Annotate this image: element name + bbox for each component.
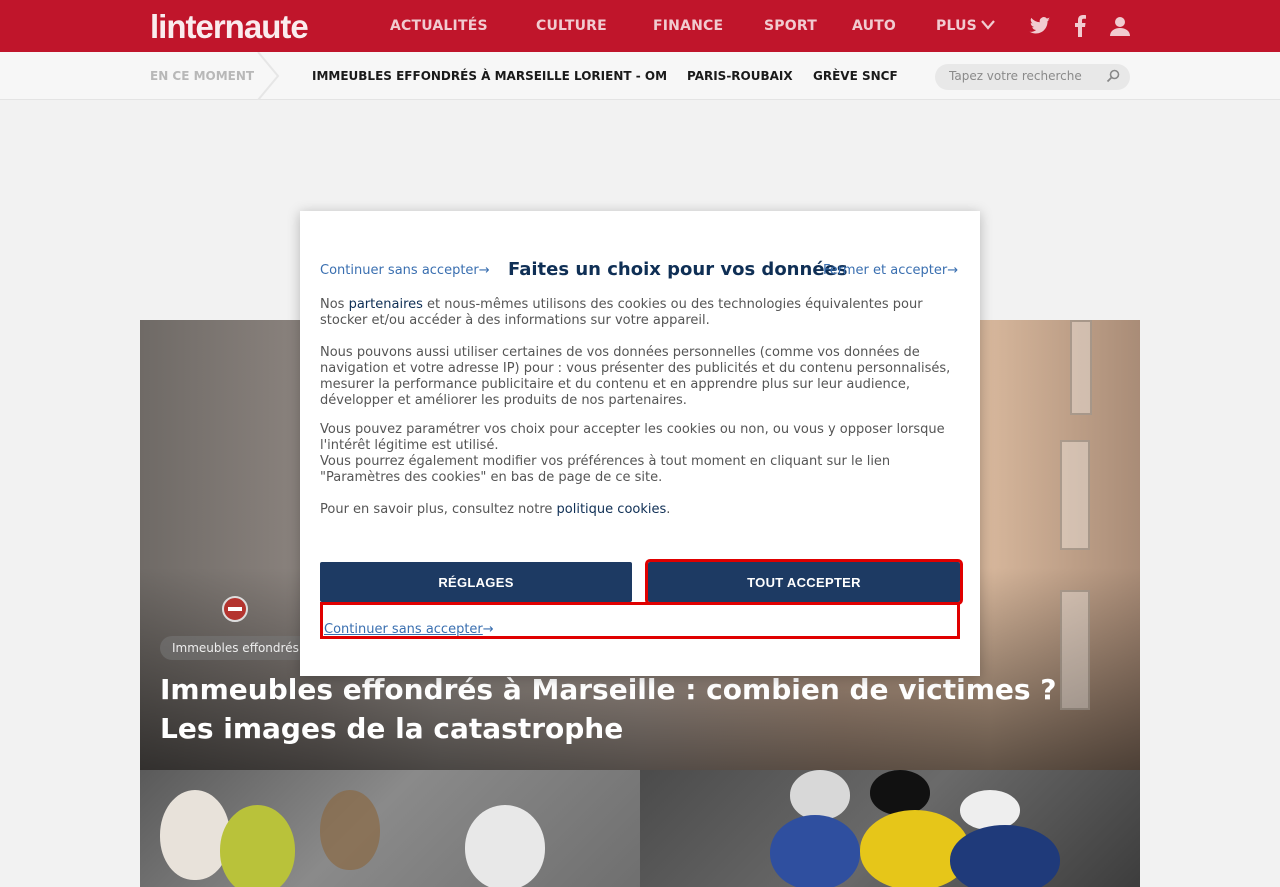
nav-item-finance[interactable]: FINANCE: [653, 18, 723, 34]
search-icon[interactable]: [1106, 69, 1120, 83]
paragraph-line: navigation et votre adresse IP) pour : v…: [320, 361, 951, 376]
cyclist-helmet-image: [790, 770, 850, 820]
article-card-cycling[interactable]: [640, 770, 1140, 887]
trend-link-lorient-om[interactable]: LORIENT - OM: [574, 69, 667, 83]
paragraph-line: Nous pouvons aussi utiliser certaines de…: [320, 345, 920, 360]
now-label: EN CE MOMENT: [150, 69, 255, 83]
text: .: [666, 502, 671, 517]
cyclist-helmet-image: [870, 770, 930, 815]
text: et nous-mêmes utilisons des cookies ou d…: [422, 297, 923, 312]
decorative-window: [1070, 320, 1092, 415]
dialog-title: Faites un choix pour vos données: [508, 259, 848, 280]
article-card-easter[interactable]: [140, 770, 640, 887]
paragraph-line: "Paramètres des cookies" en bas de page …: [320, 470, 663, 485]
nav-item-actualites[interactable]: ACTUALITÉS: [390, 18, 488, 34]
paragraph-line: développer et améliorer les produits de …: [320, 393, 687, 408]
hero-title[interactable]: Immeubles effondrés à Marseille : combie…: [160, 670, 1060, 748]
close-accept-label: Fermer et accepter: [823, 263, 948, 278]
facebook-icon[interactable]: [1074, 15, 1086, 37]
nav-item-auto[interactable]: AUTO: [852, 18, 896, 34]
paragraph-line: stocker et/ou accéder à des informations…: [320, 313, 710, 328]
partners-link[interactable]: partenaires: [349, 297, 423, 312]
paragraph-line: Vous pouvez paramétrer vos choix pour ac…: [320, 422, 945, 437]
cookie-policy-link[interactable]: politique cookies: [557, 502, 667, 517]
trend-link-greve-sncf[interactable]: GRÈVE SNCF: [813, 69, 898, 83]
bottom-link-label: Continuer sans accepter: [324, 622, 483, 637]
chevron-right-icon: [257, 52, 280, 100]
basket-image: [320, 790, 380, 870]
top-navigation-bar: linternaute ACTUALITÉS CULTURE FINANCE S…: [0, 0, 1280, 52]
cyclist-helmet-image: [960, 790, 1020, 830]
trend-link-paris-roubaix[interactable]: PARIS-ROUBAIX: [687, 69, 793, 83]
easter-egg-image: [160, 790, 230, 880]
cyclist-jersey-image: [770, 815, 860, 887]
paragraph-line: mesurer la performance publicitaire et d…: [320, 377, 911, 392]
cyclist-jersey-image: [950, 825, 1060, 887]
consent-paragraph-1: Nos partenaires et nous-mêmes utilisons …: [320, 297, 960, 329]
decorative-window: [1060, 440, 1090, 550]
easter-egg-image: [465, 805, 545, 887]
arrow-right-icon: →: [482, 622, 494, 637]
no-entry-sign-icon: [222, 596, 248, 622]
cookie-consent-dialog: Continuer sans accepter→ Faites un choix…: [300, 211, 980, 676]
site-logo[interactable]: linternaute: [150, 8, 309, 46]
accept-all-button[interactable]: TOUT ACCEPTER: [645, 559, 963, 605]
continue-link-label: Continuer sans accepter: [320, 263, 479, 278]
nav-item-plus[interactable]: PLUS: [936, 18, 977, 34]
hero-title-line: Les images de la catastrophe: [160, 712, 624, 745]
paragraph-line: Vous pourrez également modifier vos préf…: [320, 454, 891, 469]
text: Nos: [320, 297, 349, 312]
arrow-right-icon: →: [478, 263, 490, 278]
close-and-accept-link[interactable]: Fermer et accepter→: [823, 263, 958, 278]
twitter-icon[interactable]: [1029, 16, 1051, 36]
text: Pour en savoir plus, consultez notre: [320, 502, 557, 517]
easter-egg-image: [220, 805, 295, 887]
trending-bar: EN CE MOMENT IMMEUBLES EFFONDRÉS À MARSE…: [0, 52, 1280, 100]
nav-item-culture[interactable]: CULTURE: [536, 18, 607, 34]
continue-without-accepting-bottom-link[interactable]: Continuer sans accepter→: [324, 622, 494, 637]
trend-link-marseille[interactable]: IMMEUBLES EFFONDRÉS À MARSEILLE: [312, 69, 570, 83]
settings-button[interactable]: RÉGLAGES: [320, 562, 632, 602]
paragraph-line: l'intérêt légitime est utilisé.: [320, 438, 499, 453]
consent-paragraph-4: Pour en savoir plus, consultez notre pol…: [320, 502, 960, 518]
arrow-right-icon: →: [947, 263, 959, 278]
user-account-icon[interactable]: [1110, 16, 1130, 36]
decorative-window: [1060, 590, 1090, 710]
consent-paragraph-3: Vous pouvez paramétrer vos choix pour ac…: [320, 422, 960, 486]
paragraph-line: Nos partenaires et nous-mêmes utilisons …: [320, 297, 960, 313]
nav-item-sport[interactable]: SPORT: [764, 18, 817, 34]
hero-category-tag[interactable]: Immeubles effondrés: [160, 636, 311, 660]
consent-paragraph-2: Nous pouvons aussi utiliser certaines de…: [320, 345, 960, 409]
search-box: [935, 64, 1130, 90]
chevron-down-icon[interactable]: [980, 19, 996, 31]
continue-without-accepting-link[interactable]: Continuer sans accepter→: [320, 263, 490, 278]
search-input[interactable]: [949, 69, 1099, 83]
